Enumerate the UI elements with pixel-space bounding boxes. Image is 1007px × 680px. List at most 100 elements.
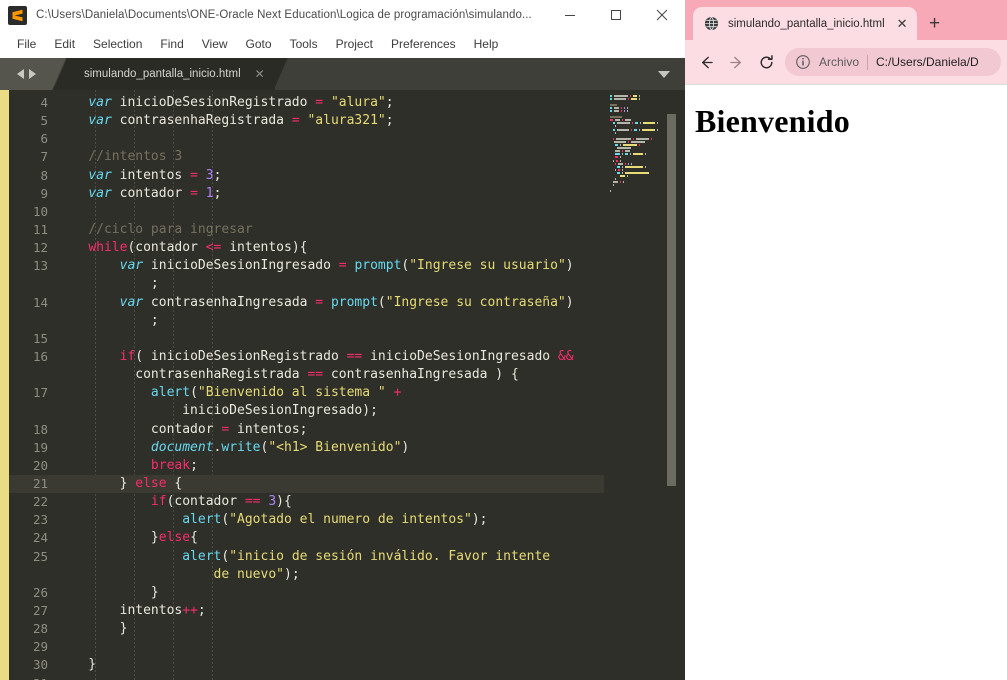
code-token: 3 xyxy=(205,167,214,183)
code-line[interactable]: var inicioDeSesionRegistrado = "alura"; xyxy=(57,94,604,112)
code-area[interactable]: var inicioDeSesionRegistrado = "alura"; … xyxy=(57,90,604,680)
browser-tab[interactable]: simulando_pantalla_inicio.html ✕ xyxy=(693,7,917,40)
code-line[interactable]: if(contador == 3){ xyxy=(57,493,604,511)
code-token: ; xyxy=(197,602,206,618)
code-line[interactable]: } xyxy=(57,584,604,602)
address-url-text[interactable]: C:/Users/Daniela/D xyxy=(876,55,997,69)
editor-scrollbar-thumb[interactable] xyxy=(667,114,676,486)
close-icon[interactable]: ✕ xyxy=(897,17,908,30)
info-circle-icon[interactable] xyxy=(795,54,811,70)
minimap-token xyxy=(631,97,638,100)
menu-item-view[interactable]: View xyxy=(193,34,237,54)
line-number: 15 xyxy=(32,330,48,346)
minimap-token xyxy=(614,178,616,181)
code-line[interactable]: ; xyxy=(57,275,604,293)
code-line[interactable]: inicioDeSesionIngresado); xyxy=(57,402,604,420)
code-minimap[interactable] xyxy=(604,90,680,680)
code-line[interactable]: document.write("<h1> Bienvenido") xyxy=(57,439,604,457)
code-token: "Bienvenido al sistema " xyxy=(197,385,386,401)
code-token: = xyxy=(190,167,198,183)
code-token: ++ xyxy=(182,602,198,618)
code-token: + xyxy=(393,385,402,401)
code-token: if xyxy=(150,494,167,510)
menu-item-goto[interactable]: Goto xyxy=(237,34,281,54)
reload-button[interactable] xyxy=(751,47,781,77)
minimap-token xyxy=(624,150,630,153)
minimize-button[interactable] xyxy=(547,0,593,30)
code-line[interactable] xyxy=(57,638,604,656)
code-line[interactable]: contrasenhaRegistrada == contrasenhaIngr… xyxy=(57,366,604,384)
code-token: ; xyxy=(190,457,198,473)
code-line[interactable]: var contrasenhaIngresada = prompt("Ingre… xyxy=(57,294,604,312)
code-line[interactable]: contador = intentos; xyxy=(57,421,604,439)
tab-nav-arrows[interactable] xyxy=(0,58,52,90)
chrome-toolbar: Archivo C:/Users/Daniela/D xyxy=(685,40,1007,84)
code-token: ( xyxy=(190,385,198,401)
code-token: if xyxy=(119,348,136,364)
menu-item-preferences[interactable]: Preferences xyxy=(382,34,465,54)
code-line[interactable]: var contador = 1; xyxy=(57,185,604,203)
code-line[interactable]: } xyxy=(57,656,604,674)
code-token: (contador xyxy=(127,240,206,256)
code-line[interactable]: intentos++; xyxy=(57,602,604,620)
arrow-left-icon[interactable] xyxy=(16,69,24,79)
menu-item-edit[interactable]: Edit xyxy=(45,34,84,54)
code-line[interactable]: //intentos 3 xyxy=(57,148,604,166)
forward-button[interactable] xyxy=(721,47,751,77)
code-line[interactable]: if( inicioDeSesionRegistrado == inicioDe… xyxy=(57,348,604,366)
minimap-token xyxy=(622,144,637,147)
code-line[interactable]: alert("Agotado el numero de intentos"); xyxy=(57,511,604,529)
code-token: ) xyxy=(401,439,410,455)
minimap-token xyxy=(617,171,621,174)
close-button[interactable] xyxy=(639,0,685,30)
minimap-token xyxy=(621,153,623,156)
code-line[interactable]: alert("inicio de sesión inválido. Favor … xyxy=(57,548,604,566)
code-line[interactable] xyxy=(57,203,604,221)
code-line[interactable]: }else{ xyxy=(57,529,604,547)
code-line[interactable]: while(contador <= intentos){ xyxy=(57,239,604,257)
menu-item-selection[interactable]: Selection xyxy=(84,34,151,54)
code-line[interactable]: var contrasenhaRegistrada = "alura321"; xyxy=(57,112,604,130)
code-line[interactable]: } else { xyxy=(57,474,604,494)
code-line[interactable]: var inicioDeSesionIngresado = prompt("In… xyxy=(57,257,604,275)
menu-item-tools[interactable]: Tools xyxy=(281,34,327,54)
editor-scrollbar[interactable] xyxy=(667,90,676,680)
tab-overflow-menu-button[interactable] xyxy=(651,58,677,90)
code-line[interactable]: //ciclo para ingresar xyxy=(57,221,604,239)
code-line[interactable]: ; xyxy=(57,312,604,330)
close-icon[interactable]: ✕ xyxy=(255,68,265,80)
code-token: } xyxy=(57,657,97,673)
screen-root: C:\Users\Daniela\Documents\ONE-Oracle Ne… xyxy=(0,0,1007,680)
code-token: <= xyxy=(205,240,222,256)
menu-item-file[interactable]: File xyxy=(8,34,45,54)
code-token: ) xyxy=(565,258,574,274)
code-token: break xyxy=(150,457,191,473)
arrow-right-icon[interactable] xyxy=(28,69,36,79)
menu-item-help[interactable]: Help xyxy=(465,34,508,54)
address-bar[interactable]: Archivo C:/Users/Daniela/D xyxy=(785,48,1001,76)
code-line[interactable] xyxy=(57,675,604,680)
maximize-button[interactable] xyxy=(593,0,639,30)
line-number: 8 xyxy=(40,167,48,183)
code-line[interactable] xyxy=(57,130,604,148)
code-line[interactable]: de nuevo"); xyxy=(57,566,604,584)
new-tab-button[interactable]: + xyxy=(921,9,949,37)
line-number: 4 xyxy=(40,95,48,110)
line-number: 10 xyxy=(32,203,48,219)
editor-tab[interactable]: simulando_pantalla_inicio.html ✕ xyxy=(66,58,275,90)
code-line[interactable] xyxy=(57,330,604,348)
code-line[interactable]: alert("Bienvenido al sistema " + xyxy=(57,384,604,402)
line-number: 6 xyxy=(40,131,48,147)
minimap-token xyxy=(614,168,616,171)
menu-item-find[interactable]: Find xyxy=(151,34,192,54)
minimap-token xyxy=(610,106,613,109)
minimap-token xyxy=(622,181,624,184)
code-line[interactable]: } xyxy=(57,620,604,638)
minimap-token xyxy=(632,153,643,156)
menu-item-project[interactable]: Project xyxy=(327,34,382,54)
back-button[interactable] xyxy=(691,47,721,77)
code-line[interactable]: var intentos = 3; xyxy=(57,167,604,185)
code-line[interactable]: break; xyxy=(57,457,604,475)
line-number xyxy=(9,312,57,330)
